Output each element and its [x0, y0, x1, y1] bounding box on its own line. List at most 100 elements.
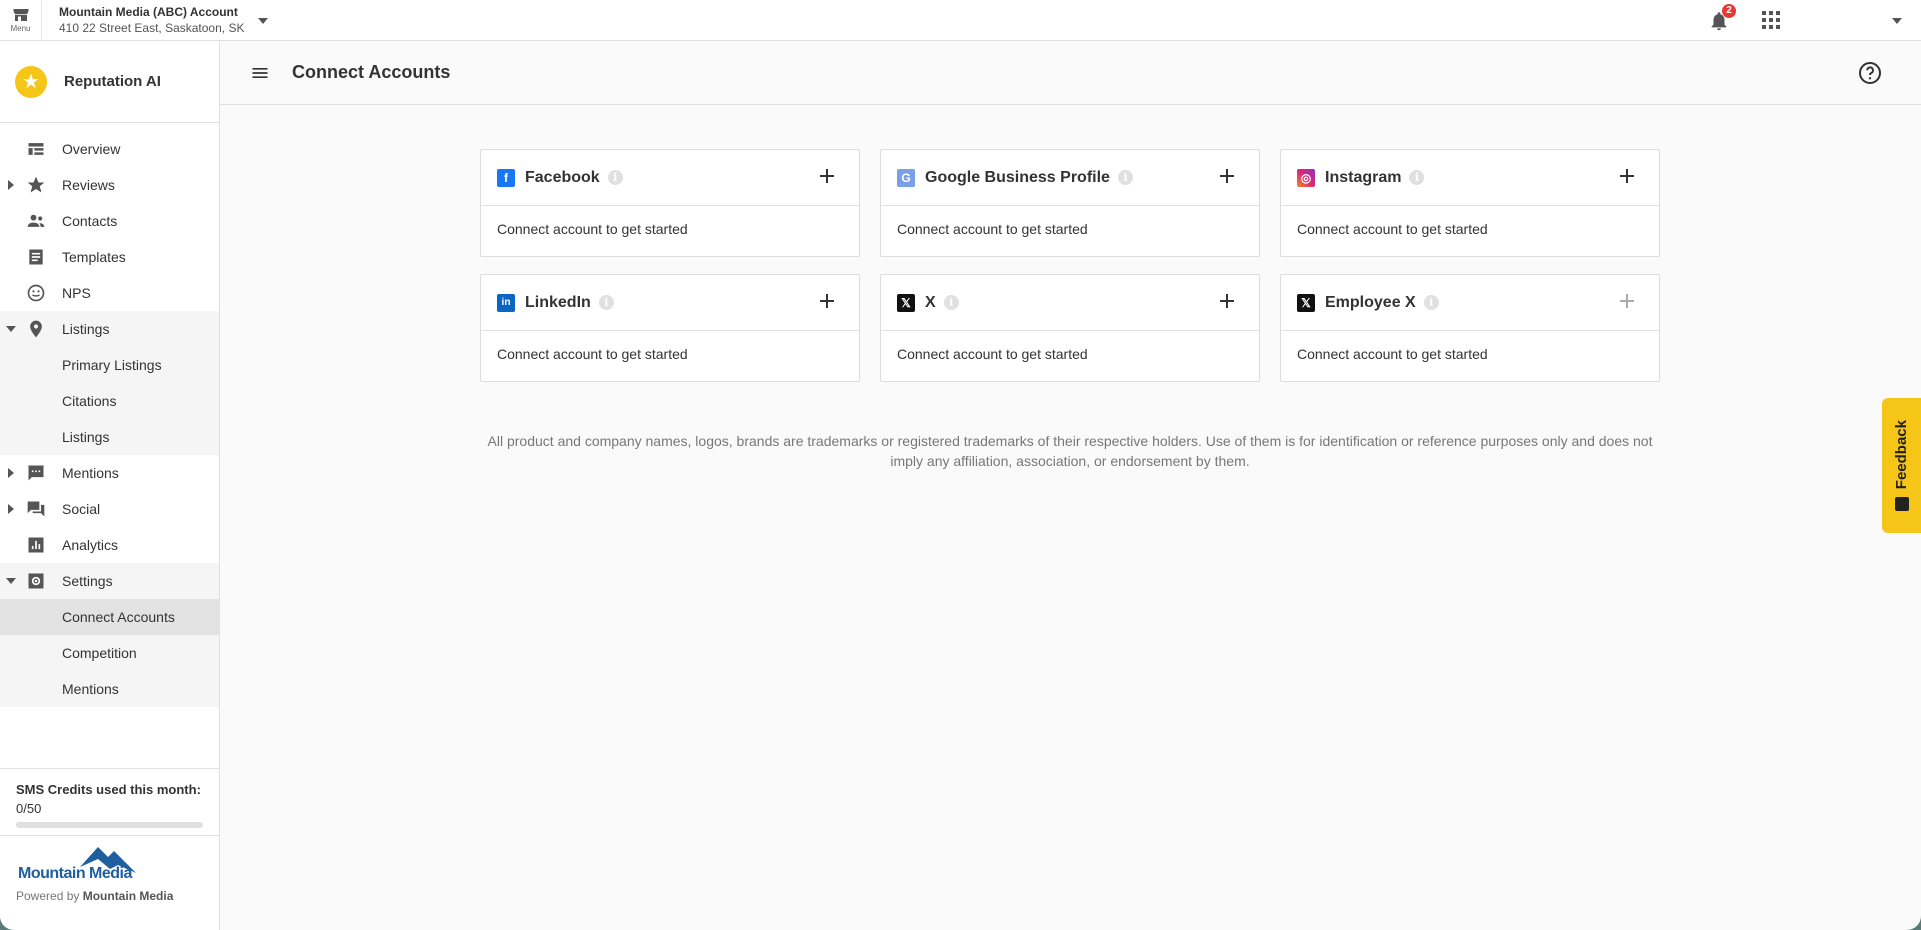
hamburger-menu-icon[interactable]: [250, 63, 270, 83]
card-body: Connect account to get started: [1297, 221, 1488, 237]
add-icon[interactable]: [1617, 291, 1637, 311]
card-body: Connect account to get started: [1297, 346, 1488, 362]
trademark-disclaimer: All product and company names, logos, br…: [487, 433, 1653, 469]
sidebar-item-citations[interactable]: Citations: [0, 383, 219, 419]
account-card-employee-x: 𝕏 Employee X i Connect account to get st…: [1280, 274, 1660, 382]
info-icon[interactable]: i: [598, 295, 614, 310]
sidebar: ★ Reputation AI Overview Reviews Contact…: [0, 41, 220, 930]
card-title: Google Business Profile: [925, 168, 1110, 186]
powered-by-name: Mountain Media: [82, 889, 174, 903]
card-body: Connect account to get started: [897, 346, 1088, 362]
sidebar-item-analytics[interactable]: Analytics: [0, 527, 219, 563]
sidebar-item-connect-accounts[interactable]: Connect Accounts: [0, 599, 219, 635]
info-icon[interactable]: i: [943, 295, 959, 310]
star-icon: [27, 176, 45, 193]
info-icon[interactable]: i: [607, 170, 623, 185]
sidebar-item-label: Primary Listings: [62, 357, 162, 373]
expand-arrow-icon[interactable]: [8, 504, 14, 514]
sidebar-item-primary-listings[interactable]: Primary Listings: [0, 347, 219, 383]
card-title: LinkedIn: [525, 293, 591, 311]
sidebar-item-social[interactable]: Social: [0, 491, 219, 527]
sidebar-item-label: Listings: [62, 429, 110, 445]
card-body: Connect account to get started: [897, 221, 1088, 237]
account-card-linkedin: in LinkedIn i Connect account to get sta…: [480, 274, 860, 382]
sidebar-item-label: Templates: [62, 249, 126, 265]
info-icon[interactable]: i: [1409, 170, 1425, 185]
settings-icon: [28, 573, 44, 589]
sidebar-item-overview[interactable]: Overview: [0, 131, 219, 167]
company-logo-text: Mountain Media: [18, 865, 132, 882]
x-logo-icon: 𝕏: [897, 293, 915, 312]
account-card-instagram: ◎ Instagram i Connect account to get sta…: [1280, 149, 1660, 257]
info-icon[interactable]: i: [1423, 295, 1439, 310]
sidebar-item-nps[interactable]: NPS: [0, 275, 219, 311]
account-card-x: 𝕏 X i Connect account to get started: [880, 274, 1260, 382]
expand-arrow-icon[interactable]: [8, 180, 14, 190]
sidebar-item-settings[interactable]: Settings: [0, 563, 219, 599]
sidebar-item-label: Reviews: [62, 177, 115, 193]
notification-count-badge: 2: [1722, 4, 1736, 18]
card-title: Facebook: [525, 168, 600, 186]
sidebar-item-label: Overview: [62, 141, 121, 157]
feedback-icon: [1894, 497, 1909, 512]
sidebar-item-listings-sub[interactable]: Listings: [0, 419, 219, 455]
account-name: Mountain Media (ABC) Account: [59, 5, 238, 19]
sidebar-item-label: Connect Accounts: [62, 609, 175, 625]
facebook-icon: f: [497, 168, 515, 187]
add-icon[interactable]: [1617, 166, 1637, 186]
contacts-icon: [27, 214, 45, 227]
sidebar-item-templates[interactable]: Templates: [0, 239, 219, 275]
google-business-icon: G: [897, 168, 915, 187]
card-body: Connect account to get started: [497, 221, 688, 237]
chat-icon: [28, 465, 44, 481]
user-menu-chevron-icon[interactable]: [1892, 18, 1902, 24]
sidebar-nav: Overview Reviews Contacts Templates NPS: [0, 131, 219, 707]
instagram-icon: ◎: [1297, 168, 1315, 187]
top-bar: Menu Mountain Media (ABC) Account 410 22…: [0, 0, 1921, 41]
add-icon[interactable]: [1217, 291, 1237, 311]
sidebar-item-reviews[interactable]: Reviews: [0, 167, 219, 203]
page-title: Connect Accounts: [292, 62, 451, 82]
account-card-google-business-profile: G Google Business Profile i Connect acco…: [880, 149, 1260, 257]
card-title: Employee X: [1325, 293, 1416, 311]
sidebar-item-label: NPS: [62, 285, 91, 301]
sms-credits-progress: [16, 822, 203, 828]
expand-arrow-icon[interactable]: [8, 468, 14, 478]
templates-icon: [29, 249, 43, 265]
chevron-down-icon[interactable]: [258, 18, 269, 24]
main-menu-button[interactable]: Menu: [0, 0, 42, 41]
add-icon[interactable]: [1217, 166, 1237, 186]
sidebar-item-label: Contacts: [62, 213, 118, 229]
info-icon[interactable]: i: [1117, 170, 1133, 185]
apps-grid-icon[interactable]: [1762, 11, 1780, 29]
x-logo-icon: 𝕏: [1297, 293, 1315, 312]
sms-credits-panel: SMS Credits used this month: 0/50: [0, 768, 219, 836]
collapse-arrow-icon[interactable]: [6, 326, 16, 332]
sidebar-item-contacts[interactable]: Contacts: [0, 203, 219, 239]
product-name: Reputation AI: [64, 73, 161, 90]
card-title: Instagram: [1325, 168, 1402, 186]
collapse-arrow-icon[interactable]: [6, 578, 16, 584]
sidebar-item-label: Settings: [62, 573, 113, 589]
sidebar-item-label: Mentions: [62, 465, 119, 481]
account-switcher[interactable]: Mountain Media (ABC) Account 410 22 Stre…: [59, 4, 244, 36]
linkedin-icon: in: [497, 293, 515, 312]
overview-icon: [28, 143, 44, 155]
feedback-button[interactable]: Feedback: [1882, 398, 1921, 533]
feedback-label: Feedback: [1893, 419, 1910, 490]
help-icon[interactable]: [1858, 61, 1882, 85]
sidebar-item-label: Analytics: [62, 537, 119, 553]
storefront-icon: [13, 9, 28, 21]
sidebar-item-competition[interactable]: Competition: [0, 635, 219, 671]
sidebar-item-listings[interactable]: Listings: [0, 311, 219, 347]
add-icon[interactable]: [817, 291, 837, 311]
sidebar-item-mentions[interactable]: Mentions: [0, 455, 219, 491]
sidebar-item-label: Competition: [62, 645, 137, 661]
sidebar-item-label: Listings: [62, 321, 110, 337]
add-icon[interactable]: [817, 166, 837, 186]
sidebar-item-mentions-sub[interactable]: Mentions: [0, 671, 219, 707]
smiley-icon: [27, 284, 45, 302]
sidebar-item-label: Social: [62, 501, 101, 517]
analytics-icon: [28, 537, 44, 553]
powered-by-prefix: Powered by: [16, 889, 83, 903]
